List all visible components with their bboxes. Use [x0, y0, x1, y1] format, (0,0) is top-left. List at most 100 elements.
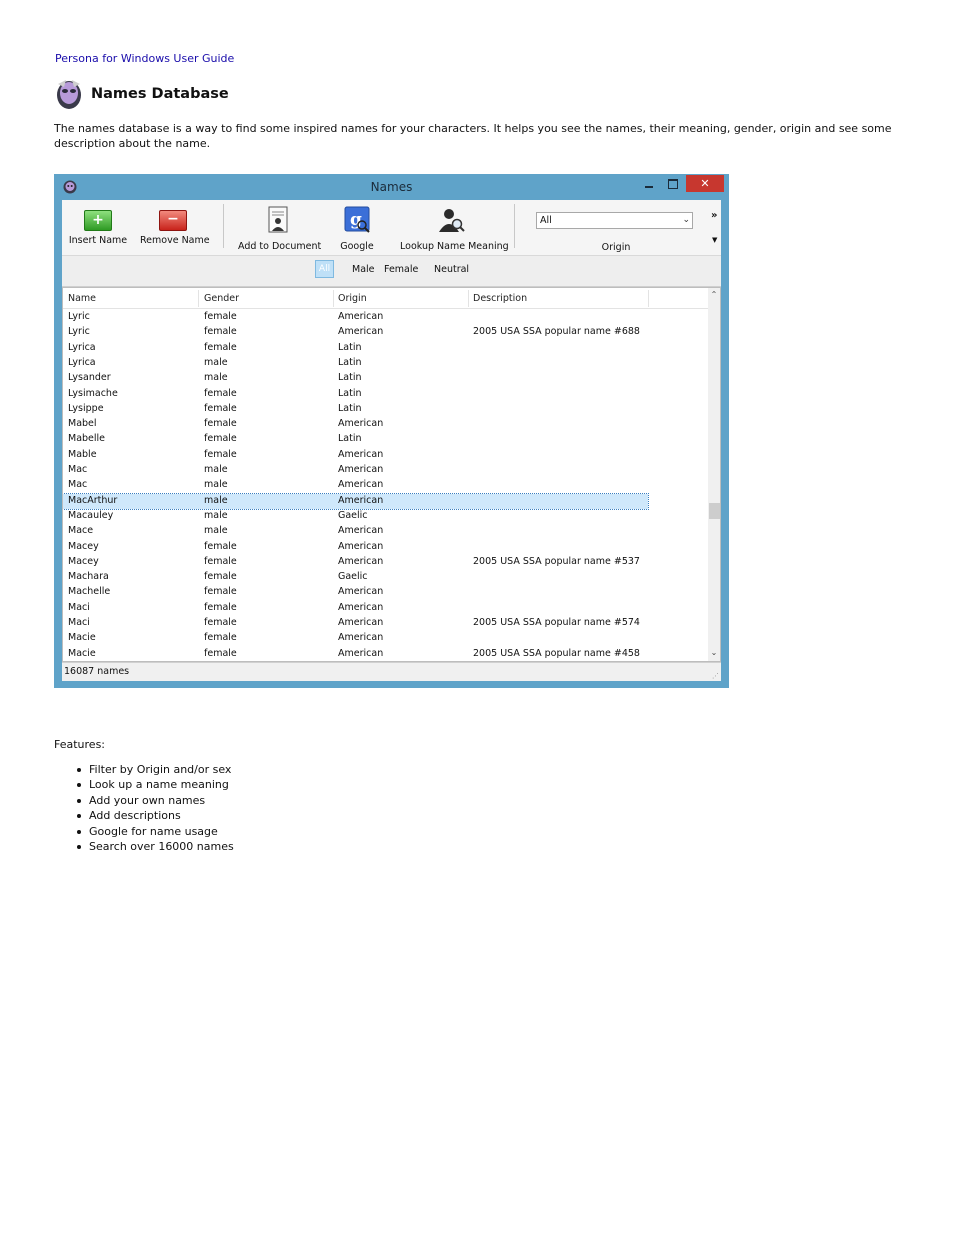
- lookup-name-meaning-label: Lookup Name Meaning: [400, 241, 509, 252]
- resize-grip-icon[interactable]: ⋰: [712, 672, 719, 680]
- list-item: Filter by Origin and/or sex: [76, 762, 234, 777]
- toolbar-separator: [223, 204, 224, 248]
- window-client: + Insert Name − Remove Name Add to Docum…: [62, 200, 721, 681]
- remove-name-button[interactable]: − Remove Name: [140, 204, 210, 246]
- gender-filter-bar: All Male Female Neutral: [62, 256, 721, 287]
- cell-name: Lyrica: [68, 341, 96, 353]
- persona-logo-icon: [57, 80, 81, 109]
- cell-gender: female: [204, 402, 237, 414]
- cell-origin: American: [338, 586, 384, 598]
- toolbar-overflow-button[interactable]: »: [711, 210, 717, 221]
- minus-icon: −: [159, 210, 187, 231]
- filter-all-button[interactable]: All: [315, 260, 334, 278]
- cell-name: Macie: [68, 632, 96, 644]
- column-header-origin[interactable]: Origin: [338, 293, 367, 304]
- cell-gender: female: [204, 326, 237, 338]
- cell-gender: female: [204, 571, 237, 583]
- column-header-gender[interactable]: Gender: [204, 293, 239, 304]
- document-person-icon: [268, 206, 288, 233]
- filter-female-button[interactable]: Female: [384, 264, 418, 275]
- maximize-button[interactable]: [663, 176, 683, 192]
- cell-gender: female: [204, 647, 237, 659]
- window-titlebar[interactable]: Names ✕: [54, 174, 729, 200]
- add-to-document-label: Add to Document: [238, 241, 322, 252]
- table-row[interactable]: Mace male American: [63, 524, 648, 539]
- section-header: Names Database: [54, 78, 229, 110]
- table-row[interactable]: Macey female American 2005 USA SSA popular …: [63, 555, 648, 570]
- cell-origin: Latin: [338, 372, 362, 384]
- cell-origin: American: [338, 479, 384, 491]
- origin-dropdown[interactable]: All ⌄: [536, 212, 693, 229]
- cell-name: Maci: [68, 601, 90, 613]
- column-divider[interactable]: [468, 290, 469, 307]
- close-button[interactable]: ✕: [686, 175, 724, 192]
- close-icon: ✕: [700, 177, 710, 190]
- insert-name-button[interactable]: + Insert Name: [68, 204, 128, 246]
- cell-origin: Latin: [338, 433, 362, 445]
- column-header-description[interactable]: Description: [473, 293, 527, 304]
- cell-name: Macauley: [68, 509, 114, 521]
- table-row[interactable]: Mabel female American: [63, 417, 648, 432]
- cell-name: Macie: [68, 647, 96, 659]
- table-row[interactable]: Macey female American: [63, 540, 648, 555]
- table-row[interactable]: MacArthur male American: [63, 492, 649, 510]
- cell-origin: American: [338, 601, 384, 613]
- chevron-down-icon: ⌄: [682, 215, 690, 225]
- caret-down-icon: ▼: [712, 236, 718, 244]
- table-row[interactable]: Mac male American: [63, 463, 648, 478]
- google-search-icon: g: [344, 206, 370, 233]
- column-header-name[interactable]: Name: [68, 293, 96, 304]
- table-row[interactable]: Lyric female American 2005 USA SSA popular …: [63, 325, 648, 340]
- cell-gender: female: [204, 433, 237, 445]
- lookup-name-meaning-button[interactable]: Lookup Name Meaning: [400, 204, 509, 252]
- cell-origin: Latin: [338, 356, 362, 368]
- scrollbar-thumb[interactable]: [709, 503, 720, 519]
- cell-name: Lysimache: [68, 387, 118, 399]
- table-row[interactable]: Macie female American 2005 USA SSA popular …: [63, 647, 648, 661]
- scroll-up-icon[interactable]: ⌃: [708, 290, 720, 299]
- cell-gender: female: [204, 601, 237, 613]
- names-window: Names ✕ + Insert Name − Remove Name Add …: [54, 174, 729, 688]
- toolbar-separator: [514, 204, 515, 248]
- table-row[interactable]: Macie female American: [63, 631, 648, 646]
- cell-name: Lyric: [68, 326, 90, 338]
- vertical-scrollbar[interactable]: ⌃ ⌄: [708, 288, 720, 661]
- filter-neutral-button[interactable]: Neutral: [434, 264, 469, 275]
- cell-gender: female: [204, 586, 237, 598]
- table-row[interactable]: Mabelle female Latin: [63, 432, 648, 447]
- cell-description: 2005 USA SSA popular name #574: [473, 617, 640, 628]
- table-row[interactable]: Mable female American: [63, 448, 648, 463]
- toolbar-options-button[interactable]: ▼: [712, 236, 717, 244]
- column-divider[interactable]: [198, 290, 199, 307]
- filter-male-button[interactable]: Male: [352, 264, 375, 275]
- cell-gender: male: [204, 494, 228, 506]
- cell-description: 2005 USA SSA popular name #688: [473, 326, 640, 338]
- cell-name: MacArthur: [68, 494, 118, 506]
- minimize-button[interactable]: [640, 176, 660, 192]
- table-row[interactable]: Mac male American: [63, 478, 648, 493]
- guide-breadcrumb-link[interactable]: Persona for Windows User Guide: [55, 52, 234, 65]
- table-row[interactable]: Machelle female American: [63, 585, 648, 600]
- table-row[interactable]: Lyrica female Latin: [63, 341, 648, 356]
- add-to-document-button[interactable]: Add to Document: [238, 204, 322, 252]
- list-item: Search over 16000 names: [76, 839, 234, 854]
- table-row[interactable]: Lyrica male Latin: [63, 356, 648, 371]
- table-row[interactable]: Maci female American 2005 USA SSA popular n…: [63, 616, 648, 631]
- table-row[interactable]: Macauley male Gaelic: [63, 509, 648, 524]
- list-item: Look up a name meaning: [76, 777, 234, 792]
- table-row[interactable]: Machara female Gaelic: [63, 570, 648, 585]
- cell-gender: female: [204, 387, 237, 399]
- table-row[interactable]: Lysippe female Latin: [63, 402, 648, 417]
- page-title: Names Database: [91, 86, 229, 102]
- column-divider[interactable]: [648, 290, 649, 307]
- table-row[interactable]: Lysander male Latin: [63, 371, 648, 386]
- table-row[interactable]: Maci female American: [63, 601, 648, 616]
- grid-header: Name Gender Origin Description: [63, 288, 708, 309]
- scroll-down-icon[interactable]: ⌄: [708, 648, 720, 657]
- cell-origin: American: [338, 632, 384, 644]
- cell-description: 2005 USA SSA popular name #458: [473, 647, 640, 659]
- google-button[interactable]: g Google: [334, 204, 380, 252]
- column-divider[interactable]: [333, 290, 334, 307]
- table-row[interactable]: Lysimache female Latin: [63, 387, 648, 402]
- table-row[interactable]: Lyric female American: [63, 310, 648, 325]
